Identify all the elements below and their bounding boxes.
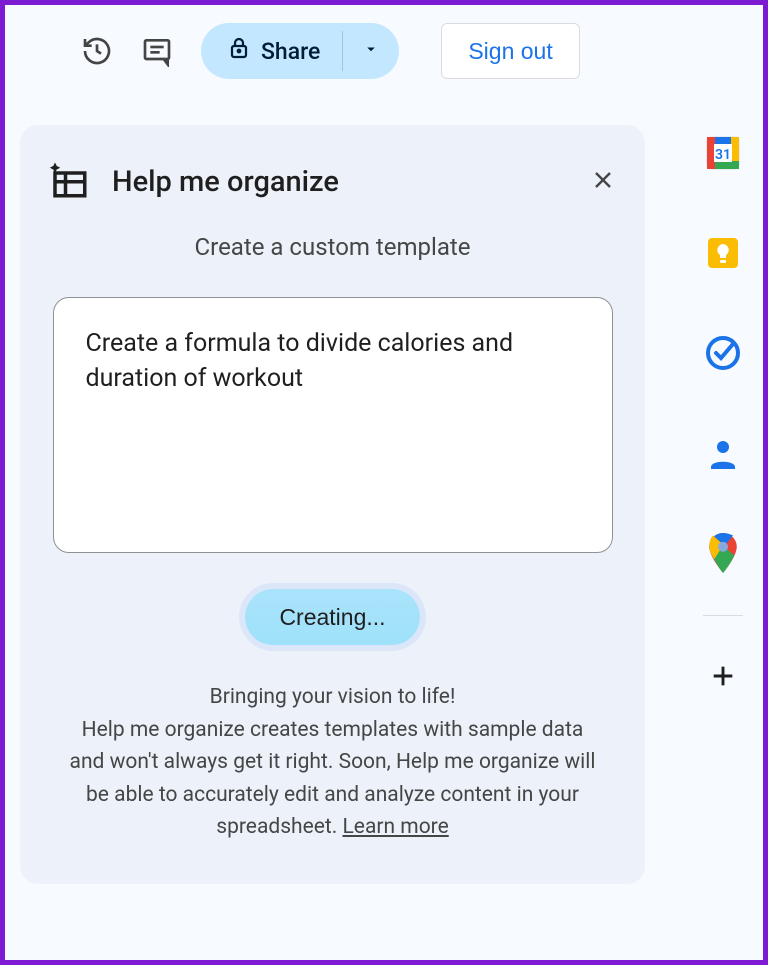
panel-header: Help me organize — [48, 159, 617, 205]
sparkle-table-icon — [48, 159, 90, 205]
panel-title: Help me organize — [112, 165, 561, 199]
calendar-app-icon[interactable]: 31 — [705, 135, 741, 171]
svg-text:31: 31 — [715, 147, 731, 163]
top-toolbar: Share Sign out — [5, 5, 763, 103]
prompt-input[interactable] — [53, 297, 613, 553]
creating-button[interactable]: Creating... — [245, 589, 419, 645]
creating-label: Creating... — [279, 604, 385, 630]
learn-more-link[interactable]: Learn more — [343, 815, 449, 839]
sign-out-button[interactable]: Sign out — [441, 23, 579, 79]
share-button-group: Share — [201, 23, 399, 79]
info-lead: Bringing your vision to life! — [210, 685, 456, 709]
add-app-button[interactable] — [705, 660, 741, 696]
comments-icon[interactable] — [133, 27, 181, 75]
panel-subtitle: Create a custom template — [195, 233, 471, 261]
sign-out-label: Sign out — [468, 38, 552, 65]
lock-icon — [227, 36, 251, 66]
plus-icon — [709, 662, 737, 694]
share-button[interactable]: Share — [201, 23, 342, 79]
maps-app-icon[interactable] — [705, 535, 741, 571]
rail-divider — [703, 615, 743, 616]
contacts-app-icon[interactable] — [705, 435, 741, 471]
help-me-organize-panel: Help me organize Create a custom templat… — [20, 125, 645, 884]
chevron-down-icon — [362, 40, 380, 62]
close-button[interactable] — [583, 162, 623, 202]
keep-app-icon[interactable] — [705, 235, 741, 271]
info-body: Help me organize creates templates with … — [70, 718, 596, 840]
info-text: Bringing your vision to life! Help me or… — [63, 681, 603, 844]
tasks-app-icon[interactable] — [705, 335, 741, 371]
side-panel-rail: 31 — [691, 135, 755, 696]
share-dropdown-button[interactable] — [343, 23, 399, 79]
close-icon — [591, 168, 615, 196]
history-icon[interactable] — [73, 27, 121, 75]
share-label: Share — [261, 38, 320, 65]
